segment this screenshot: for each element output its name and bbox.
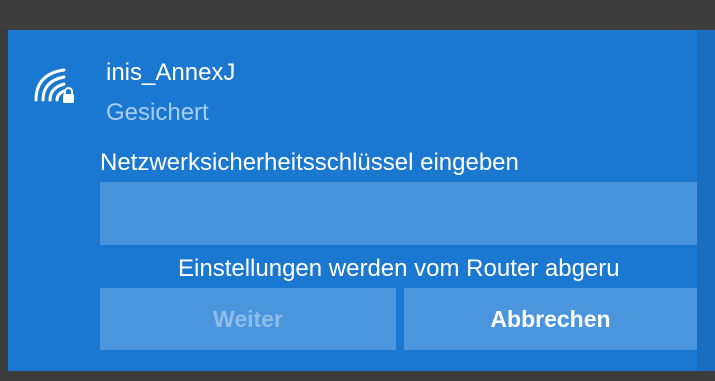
panel-bottom-edge [0, 371, 715, 381]
taskbar-top-strip [0, 0, 715, 30]
security-key-label: Netzwerksicherheitsschlüssel eingeben [100, 149, 519, 176]
router-settings-note: Einstellungen werden vom Router abgeru [178, 255, 620, 282]
panel-scroll-edge [697, 30, 715, 371]
security-key-input[interactable] [100, 182, 697, 245]
next-button[interactable]: Weiter [100, 288, 396, 350]
wifi-secured-icon [30, 60, 78, 108]
network-ssid: inis_AnnexJ [106, 59, 236, 86]
cancel-button[interactable]: Abbrechen [404, 288, 697, 350]
network-security-status: Gesichert [106, 99, 209, 126]
